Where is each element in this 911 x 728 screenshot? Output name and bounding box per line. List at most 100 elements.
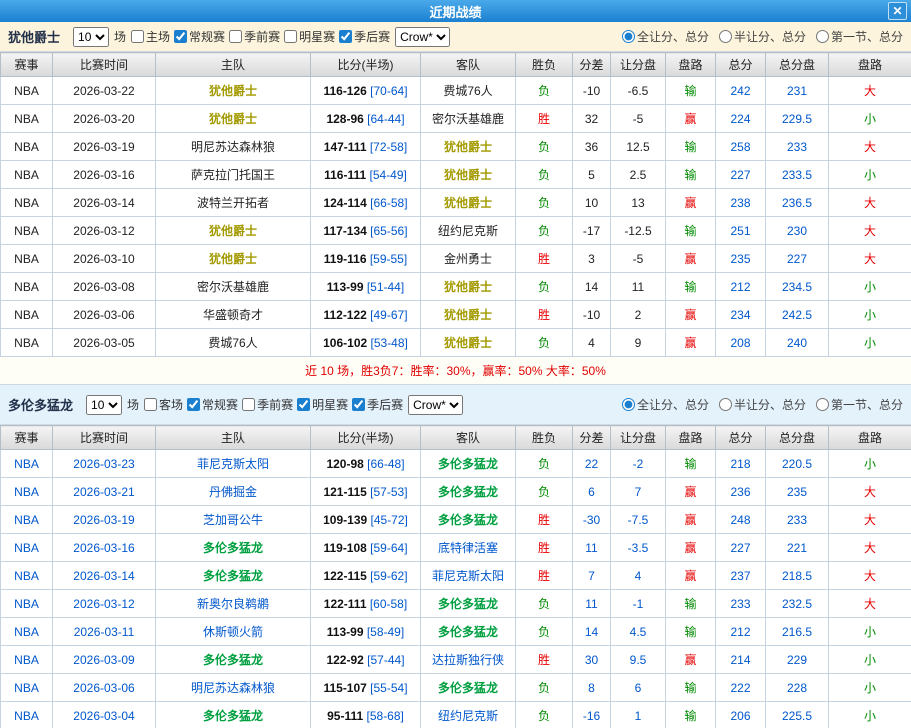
line-type-option[interactable]: 半让分、总分 [719,28,806,45]
total-line-cell: 216.5 [766,618,829,646]
filter-option[interactable]: 主场 [131,28,170,45]
handicap-line-cell: -5 [611,105,666,133]
game-row: NBA2026-03-19芝加哥公牛109-139 [45-72]多伦多猛龙胜-… [1,506,911,534]
table-body: NBA2026-03-23菲尼克斯太阳120-98 [66-48]多伦多猛龙负2… [1,450,911,728]
league-cell: NBA [1,217,53,245]
point-diff-cell: -10 [573,301,611,329]
score-cell: 116-111 [54-49] [311,161,421,189]
filter-checkbox[interactable] [229,30,242,43]
result-cell: 胜 [516,646,573,674]
away-team-cell: 多伦多猛龙 [421,450,516,478]
home-team-cell: 芝加哥公牛 [156,506,311,534]
filter-option[interactable]: 常规赛 [187,396,238,413]
over-under-cell: 大 [829,590,911,618]
line-type-option[interactable]: 全让分、总分 [622,396,709,413]
home-team-cell: 菲尼克斯太阳 [156,450,311,478]
handicap-result-cell: 赢 [666,534,716,562]
over-under-cell: 大 [829,189,911,217]
games-count-select[interactable]: 10 [73,27,109,47]
score-cell: 122-115 [59-62] [311,562,421,590]
score-cell: 112-122 [49-67] [311,301,421,329]
game-row: NBA2026-03-09多伦多猛龙122-92 [57-44]达拉斯独行侠胜3… [1,646,911,674]
handicap-line-cell: -1 [611,590,666,618]
line-type-radio[interactable] [719,30,732,43]
total-points-cell: 224 [716,105,766,133]
line-type-radio[interactable] [816,398,829,411]
table-body: NBA2026-03-22犹他爵士116-126 [70-64]费城76人负-1… [1,77,911,357]
line-type-radios: 全让分、总分半让分、总分第一节、总分 [622,396,903,413]
filter-checkbox[interactable] [242,398,255,411]
filter-checkbox[interactable] [352,398,365,411]
over-under-cell: 小 [829,702,911,728]
filter-option[interactable]: 季后赛 [352,396,403,413]
filter-checkbox[interactable] [284,30,297,43]
game-row: NBA2026-03-08密尔沃基雄鹿113-99 [51-44]犹他爵士负14… [1,273,911,301]
score-cell: 117-134 [65-56] [311,217,421,245]
point-diff-cell: -30 [573,506,611,534]
filter-option[interactable]: 客场 [144,396,183,413]
line-type-radio[interactable] [622,30,635,43]
total-line-cell: 225.5 [766,702,829,728]
column-header: 比分(半场) [311,426,421,450]
total-line-cell: 235 [766,478,829,506]
filter-option[interactable]: 季前赛 [242,396,293,413]
league-cell: NBA [1,646,53,674]
date-cell: 2026-03-16 [53,161,156,189]
line-type-option[interactable]: 第一节、总分 [816,396,903,413]
home-team-cell: 新奥尔良鹈鹕 [156,590,311,618]
game-row: NBA2026-03-16萨克拉门托国王116-111 [54-49]犹他爵士负… [1,161,911,189]
column-header: 总分 [716,426,766,450]
result-cell: 负 [516,161,573,189]
filter-option[interactable]: 季后赛 [339,28,390,45]
point-diff-cell: 10 [573,189,611,217]
point-diff-cell: -17 [573,217,611,245]
league-cell: NBA [1,450,53,478]
filter-checkbox[interactable] [187,398,200,411]
away-team-cell: 费城76人 [421,77,516,105]
league-cell: NBA [1,562,53,590]
filter-checkbox[interactable] [297,398,310,411]
handicap-result-cell: 输 [666,590,716,618]
date-cell: 2026-03-22 [53,77,156,105]
column-header: 盘路 [666,53,716,77]
bookmaker-select[interactable]: Crow* [408,395,463,415]
filter-checkbox[interactable] [144,398,157,411]
line-type-radio[interactable] [622,398,635,411]
result-cell: 负 [516,590,573,618]
league-cell: NBA [1,590,53,618]
score-cell: 128-96 [64-44] [311,105,421,133]
league-cell: NBA [1,161,53,189]
home-team-cell: 多伦多猛龙 [156,646,311,674]
close-button[interactable]: ✕ [888,2,907,20]
home-team-cell: 丹佛掘金 [156,478,311,506]
home-team-cell: 犹他爵士 [156,77,311,105]
line-type-option[interactable]: 半让分、总分 [719,396,806,413]
line-type-radio[interactable] [719,398,732,411]
home-team-cell: 犹他爵士 [156,245,311,273]
away-team-cell: 犹他爵士 [421,133,516,161]
filter-option[interactable]: 明星赛 [297,396,348,413]
total-line-cell: 236.5 [766,189,829,217]
column-header: 赛事 [1,53,53,77]
league-cell: NBA [1,273,53,301]
result-cell: 负 [516,77,573,105]
handicap-line-cell: -6.5 [611,77,666,105]
filter-checkbox[interactable] [174,30,187,43]
filter-checkbox[interactable] [339,30,352,43]
filter-option[interactable]: 季前赛 [229,28,280,45]
over-under-cell: 大 [829,77,911,105]
filter-checkbox[interactable] [131,30,144,43]
total-line-cell: 232.5 [766,590,829,618]
home-team-cell: 华盛顿奇才 [156,301,311,329]
line-type-option[interactable]: 全让分、总分 [622,28,709,45]
result-cell: 负 [516,273,573,301]
games-count-select[interactable]: 10 [86,395,122,415]
handicap-line-cell: 1 [611,702,666,728]
score-cell: 121-115 [57-53] [311,478,421,506]
line-type-option[interactable]: 第一节、总分 [816,28,903,45]
filter-option[interactable]: 常规赛 [174,28,225,45]
filter-option[interactable]: 明星赛 [284,28,335,45]
handicap-result-cell: 赢 [666,245,716,273]
line-type-radio[interactable] [816,30,829,43]
bookmaker-select[interactable]: Crow* [395,27,450,47]
